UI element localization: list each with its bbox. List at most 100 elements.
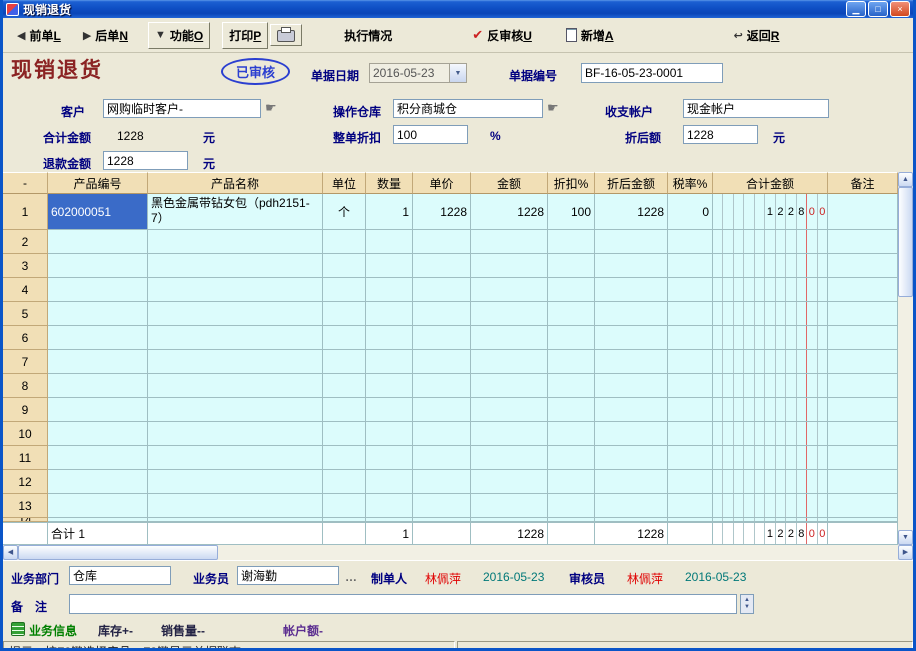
grid-cell[interactable] — [323, 350, 366, 374]
toolbar-button-print[interactable]: 打印P — [222, 22, 268, 49]
toolbar-button-unaudit[interactable]: ✔ 反审核U — [466, 23, 538, 48]
grid-cell[interactable]: 122800 — [713, 194, 828, 230]
table-row[interactable]: 10 — [3, 422, 898, 446]
grid-cell[interactable] — [366, 230, 413, 254]
grid-cell[interactable] — [548, 326, 595, 350]
grid-cell[interactable] — [713, 254, 828, 278]
grid-cell[interactable] — [148, 522, 323, 545]
grid-cell[interactable] — [595, 398, 668, 422]
grid-cell[interactable] — [48, 446, 148, 470]
table-row[interactable]: 11 — [3, 446, 898, 470]
grid-cell[interactable] — [828, 230, 898, 254]
grid-cell[interactable] — [471, 446, 548, 470]
grid-cell[interactable] — [413, 326, 471, 350]
grid-cell[interactable] — [323, 446, 366, 470]
doc-date-select[interactable]: 2016-05-23 ▼ — [369, 63, 467, 83]
grid-cell[interactable] — [471, 230, 548, 254]
net-amount-input[interactable] — [683, 125, 758, 144]
grid-cell[interactable] — [668, 278, 713, 302]
grid-cell[interactable] — [413, 278, 471, 302]
grid-cell[interactable] — [148, 230, 323, 254]
grid-cell[interactable] — [668, 522, 713, 545]
grid-cell[interactable]: 1228 — [471, 194, 548, 230]
grid-cell[interactable] — [413, 230, 471, 254]
grid-cell[interactable]: 122800 — [713, 522, 828, 545]
grid-cell[interactable] — [713, 494, 828, 518]
table-row[interactable]: 1602000051黑色金属带钻女包（pdh2151-7）个1122812281… — [3, 194, 898, 230]
grid-cell[interactable]: 100 — [548, 194, 595, 230]
grid-cell[interactable] — [471, 470, 548, 494]
grid-cell[interactable] — [366, 494, 413, 518]
grid-cell[interactable] — [48, 302, 148, 326]
more-button[interactable]: … — [345, 570, 357, 584]
grid-cell[interactable] — [413, 374, 471, 398]
spinner-up-icon[interactable]: ▲ — [744, 597, 750, 604]
grid-cell[interactable] — [323, 326, 366, 350]
grid-cell[interactable] — [366, 302, 413, 326]
grid-cell[interactable] — [148, 422, 323, 446]
toolbar-button-functions[interactable]: ▼ 功能O — [148, 22, 210, 49]
grid-cell[interactable] — [828, 470, 898, 494]
toolbar-button-exec-status[interactable]: 执行情况 — [338, 23, 398, 48]
link-inventory[interactable]: 库存+- — [98, 622, 133, 639]
toolbar-button-printer[interactable] — [270, 24, 302, 46]
grid-cell[interactable] — [471, 374, 548, 398]
grid-cell[interactable] — [548, 422, 595, 446]
grid-cell[interactable] — [323, 422, 366, 446]
scroll-down-button[interactable]: ▼ — [898, 530, 913, 545]
grid-cell[interactable] — [668, 470, 713, 494]
doc-no-input[interactable] — [581, 63, 723, 83]
table-row[interactable]: 2 — [3, 230, 898, 254]
grid-cell[interactable] — [828, 302, 898, 326]
grid-cell[interactable] — [48, 422, 148, 446]
grid-cell[interactable] — [148, 278, 323, 302]
grid-cell[interactable] — [668, 230, 713, 254]
grid-cell[interactable] — [668, 398, 713, 422]
grid-cell[interactable] — [548, 254, 595, 278]
grid-cell[interactable] — [413, 254, 471, 278]
grid-cell[interactable] — [323, 302, 366, 326]
grid-cell[interactable] — [595, 350, 668, 374]
grid-cell[interactable] — [148, 446, 323, 470]
minimize-button[interactable]: ▁ — [846, 1, 866, 17]
grid-cell[interactable] — [548, 398, 595, 422]
scroll-right-button[interactable]: ▶ — [898, 545, 913, 560]
grid-cell[interactable] — [48, 398, 148, 422]
grid-cell[interactable] — [323, 374, 366, 398]
grid-cell[interactable] — [471, 422, 548, 446]
grid-cell[interactable] — [148, 494, 323, 518]
toolbar-button-prev[interactable]: ◀ 前单L — [11, 23, 67, 48]
scroll-up-button[interactable]: ▲ — [898, 172, 913, 187]
grid-cell[interactable] — [148, 302, 323, 326]
grid-cell[interactable]: 2 — [3, 230, 48, 254]
grid-cell[interactable] — [471, 350, 548, 374]
grid-cell[interactable] — [828, 350, 898, 374]
grid-cell[interactable] — [828, 326, 898, 350]
grid-cell[interactable] — [548, 470, 595, 494]
grid-cell[interactable]: 0 — [668, 194, 713, 230]
grid-cell[interactable] — [595, 326, 668, 350]
refund-input[interactable] — [103, 151, 188, 170]
grid-cell[interactable] — [595, 254, 668, 278]
grid-cell[interactable] — [828, 494, 898, 518]
grid-cell[interactable] — [713, 230, 828, 254]
grid-cell[interactable]: 10 — [3, 422, 48, 446]
grid-cell[interactable]: 1228 — [471, 522, 548, 545]
grid-cell[interactable]: 黑色金属带钻女包（pdh2151-7） — [148, 194, 323, 230]
grid-cell[interactable] — [48, 278, 148, 302]
vertical-scrollbar[interactable]: ▲ ▼ — [898, 172, 913, 545]
grid-cell[interactable] — [471, 494, 548, 518]
grid-cell[interactable]: 12 — [3, 470, 48, 494]
grid-cell[interactable]: 6 — [3, 326, 48, 350]
grid-cell[interactable] — [148, 470, 323, 494]
grid-cell[interactable]: 1228 — [413, 194, 471, 230]
horizontal-scroll-thumb[interactable] — [18, 545, 218, 560]
grid-cell[interactable] — [48, 326, 148, 350]
grid-cell[interactable] — [323, 494, 366, 518]
grid-cell[interactable]: 4 — [3, 278, 48, 302]
grid-cell[interactable] — [595, 302, 668, 326]
grid-cell[interactable]: 3 — [3, 254, 48, 278]
toolbar-button-next[interactable]: ▶ 后单N — [77, 23, 134, 48]
grid-cell[interactable] — [323, 278, 366, 302]
grid-cell[interactable] — [548, 230, 595, 254]
